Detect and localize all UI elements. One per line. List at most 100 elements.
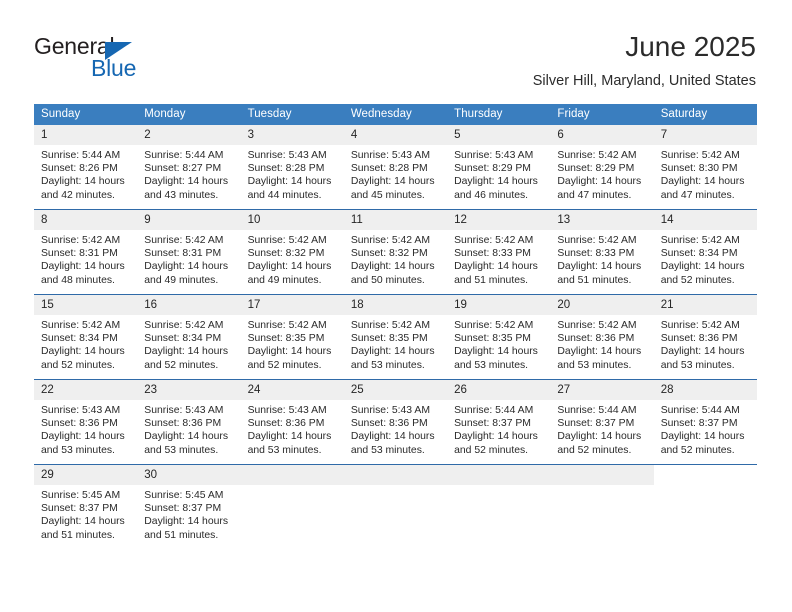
sunset-text: Sunset: 8:29 PM [557, 163, 635, 175]
page-title: June 2025 [625, 31, 756, 62]
sunrise-text: Sunrise: 5:42 AM [557, 235, 637, 246]
sunrise-text: Sunrise: 5:44 AM [41, 150, 121, 161]
calendar-day-cell[interactable]: 20 Sunrise: 5:42 AM Sunset: 8:36 PM Dayl… [550, 294, 654, 380]
daylight-text-line2: and 43 minutes. [144, 189, 219, 201]
daylight-text-line2: and 52 minutes. [660, 444, 735, 456]
sunset-text: Sunset: 8:37 PM [41, 503, 118, 515]
day-details: Sunrise: 5:42 AM Sunset: 8:33 PM Dayligh… [447, 230, 550, 287]
sunrise-text: Sunrise: 5:42 AM [41, 320, 121, 331]
calendar-day-cell[interactable]: 6 Sunrise: 5:42 AM Sunset: 8:29 PM Dayli… [550, 125, 654, 210]
sunrise-text: Sunrise: 5:44 AM [660, 405, 740, 416]
calendar-day-cell-empty [447, 464, 551, 549]
sunset-text: Sunset: 8:31 PM [144, 248, 222, 260]
calendar-day-cell[interactable]: 1 Sunrise: 5:44 AM Sunset: 8:26 PM Dayli… [34, 125, 138, 210]
daylight-text-line1: Daylight: 14 hours [41, 431, 125, 443]
general-blue-logo[interactable]: General Blue [34, 33, 254, 83]
calendar-day-cell[interactable]: 27 Sunrise: 5:44 AM Sunset: 8:37 PM Dayl… [550, 379, 654, 465]
calendar-day-cell[interactable]: 17 Sunrise: 5:42 AM Sunset: 8:35 PM Dayl… [240, 294, 344, 380]
daylight-text-line2: and 49 minutes. [144, 274, 219, 286]
day-number: 9 [137, 210, 241, 230]
sunset-text: Sunset: 8:36 PM [144, 418, 222, 430]
sunset-text: Sunset: 8:29 PM [454, 163, 531, 175]
calendar-day-cell[interactable]: 24 Sunrise: 5:43 AM Sunset: 8:36 PM Dayl… [240, 379, 344, 465]
calendar-day-cell[interactable]: 7 Sunrise: 5:42 AM Sunset: 8:30 PM Dayli… [653, 125, 757, 210]
calendar-day-cell[interactable]: 5 Sunrise: 5:43 AM Sunset: 8:29 PM Dayli… [447, 125, 551, 210]
day-number: 14 [653, 210, 757, 230]
daylight-text-line2: and 53 minutes. [350, 359, 425, 371]
sunrise-text: Sunrise: 5:42 AM [660, 150, 740, 161]
calendar-day-cell[interactable]: 16 Sunrise: 5:42 AM Sunset: 8:34 PM Dayl… [137, 294, 241, 380]
page-subtitle-location: Silver Hill, Maryland, United States [532, 73, 756, 89]
calendar-day-cell[interactable]: 30 Sunrise: 5:45 AM Sunset: 8:37 PM Dayl… [137, 464, 241, 549]
calendar-day-cell[interactable]: 25 Sunrise: 5:43 AM Sunset: 8:36 PM Dayl… [343, 379, 448, 465]
calendar-day-cell[interactable]: 26 Sunrise: 5:44 AM Sunset: 8:37 PM Dayl… [447, 379, 551, 465]
daylight-text-line2: and 52 minutes. [557, 444, 632, 456]
daylight-text-line2: and 52 minutes. [660, 274, 735, 286]
calendar-day-cell[interactable]: 10 Sunrise: 5:42 AM Sunset: 8:32 PM Dayl… [240, 209, 344, 295]
calendar-day-cell[interactable]: 18 Sunrise: 5:42 AM Sunset: 8:35 PM Dayl… [343, 294, 448, 380]
daylight-text-line2: and 49 minutes. [247, 274, 322, 286]
day-details: Sunrise: 5:43 AM Sunset: 8:36 PM Dayligh… [137, 400, 240, 457]
day-details: Sunrise: 5:45 AM Sunset: 8:37 PM Dayligh… [34, 485, 137, 542]
calendar-day-cell[interactable]: 12 Sunrise: 5:42 AM Sunset: 8:33 PM Dayl… [447, 209, 551, 295]
weekday-header-row: Sunday Monday Tuesday Wednesday Thursday… [34, 104, 757, 125]
calendar-day-cell[interactable]: 2 Sunrise: 5:44 AM Sunset: 8:27 PM Dayli… [137, 125, 241, 210]
calendar-day-cell[interactable]: 13 Sunrise: 5:42 AM Sunset: 8:33 PM Dayl… [550, 209, 654, 295]
daylight-text-line2: and 50 minutes. [350, 274, 425, 286]
calendar-day-cell[interactable]: 29 Sunrise: 5:45 AM Sunset: 8:37 PM Dayl… [34, 464, 138, 549]
sunset-text: Sunset: 8:34 PM [144, 333, 222, 345]
sunset-text: Sunset: 8:36 PM [557, 333, 635, 345]
sunrise-text: Sunrise: 5:43 AM [247, 405, 327, 416]
daylight-text-line1: Daylight: 14 hours [144, 346, 229, 358]
day-details: Sunrise: 5:45 AM Sunset: 8:37 PM Dayligh… [137, 485, 240, 542]
calendar-day-cell[interactable]: 14 Sunrise: 5:42 AM Sunset: 8:34 PM Dayl… [653, 209, 757, 295]
daylight-text-line2: and 52 minutes. [454, 444, 529, 456]
sunset-text: Sunset: 8:34 PM [660, 248, 738, 260]
calendar-day-cell[interactable]: 23 Sunrise: 5:43 AM Sunset: 8:36 PM Dayl… [137, 379, 241, 465]
calendar-day-cell-empty [240, 464, 344, 549]
day-details: Sunrise: 5:42 AM Sunset: 8:29 PM Dayligh… [550, 145, 653, 202]
calendar-day-cell[interactable]: 28 Sunrise: 5:44 AM Sunset: 8:37 PM Dayl… [653, 379, 757, 465]
calendar-day-cell[interactable]: 11 Sunrise: 5:42 AM Sunset: 8:32 PM Dayl… [343, 209, 448, 295]
sunrise-text: Sunrise: 5:42 AM [41, 235, 121, 246]
calendar-day-cell[interactable]: 3 Sunrise: 5:43 AM Sunset: 8:28 PM Dayli… [240, 125, 344, 210]
calendar-day-cell[interactable]: 4 Sunrise: 5:43 AM Sunset: 8:28 PM Dayli… [343, 125, 448, 210]
calendar-day-cell[interactable]: 21 Sunrise: 5:42 AM Sunset: 8:36 PM Dayl… [653, 294, 757, 380]
day-number: 7 [653, 125, 757, 145]
day-details: Sunrise: 5:42 AM Sunset: 8:33 PM Dayligh… [550, 230, 653, 287]
weekday-header-monday: Monday [137, 104, 241, 125]
sunset-text: Sunset: 8:35 PM [454, 333, 531, 345]
daylight-text-line1: Daylight: 14 hours [144, 516, 229, 528]
daylight-text-line1: Daylight: 14 hours [247, 346, 332, 358]
sunset-text: Sunset: 8:36 PM [41, 418, 118, 430]
sunrise-text: Sunrise: 5:44 AM [454, 405, 534, 416]
calendar-day-cell[interactable]: 19 Sunrise: 5:42 AM Sunset: 8:35 PM Dayl… [447, 294, 551, 380]
daylight-text-line1: Daylight: 14 hours [350, 261, 435, 273]
day-number: 18 [343, 295, 448, 315]
daylight-text-line2: and 51 minutes. [557, 274, 632, 286]
sunset-text: Sunset: 8:37 PM [557, 418, 635, 430]
sunset-text: Sunset: 8:32 PM [350, 248, 428, 260]
calendar-day-cell[interactable]: 8 Sunrise: 5:42 AM Sunset: 8:31 PM Dayli… [34, 209, 138, 295]
daylight-text-line1: Daylight: 14 hours [41, 261, 125, 273]
calendar-day-cell[interactable]: 22 Sunrise: 5:43 AM Sunset: 8:36 PM Dayl… [34, 379, 138, 465]
daylight-text-line1: Daylight: 14 hours [454, 261, 538, 273]
daylight-text-line2: and 53 minutes. [41, 444, 115, 456]
day-details: Sunrise: 5:43 AM Sunset: 8:36 PM Dayligh… [344, 400, 447, 457]
day-number: 30 [137, 465, 241, 485]
logo-text-blue: Blue [91, 55, 137, 81]
sunrise-sunset-calendar-table: Sunday Monday Tuesday Wednesday Thursday… [34, 104, 757, 549]
calendar-day-cell[interactable]: 9 Sunrise: 5:42 AM Sunset: 8:31 PM Dayli… [137, 209, 241, 295]
day-number: 23 [137, 380, 241, 400]
sunset-text: Sunset: 8:33 PM [454, 248, 531, 260]
calendar-body: 1 Sunrise: 5:44 AM Sunset: 8:26 PM Dayli… [34, 125, 757, 549]
daylight-text-line2: and 52 minutes. [247, 359, 322, 371]
calendar-day-cell[interactable]: 15 Sunrise: 5:42 AM Sunset: 8:34 PM Dayl… [34, 294, 138, 380]
sunrise-text: Sunrise: 5:44 AM [144, 150, 224, 161]
sunrise-text: Sunrise: 5:43 AM [454, 150, 534, 161]
daylight-text-line2: and 46 minutes. [454, 189, 529, 201]
daylight-text-line1: Daylight: 14 hours [350, 431, 435, 443]
day-number: 8 [34, 210, 138, 230]
sunrise-text: Sunrise: 5:43 AM [247, 150, 327, 161]
daylight-text-line1: Daylight: 14 hours [247, 431, 332, 443]
